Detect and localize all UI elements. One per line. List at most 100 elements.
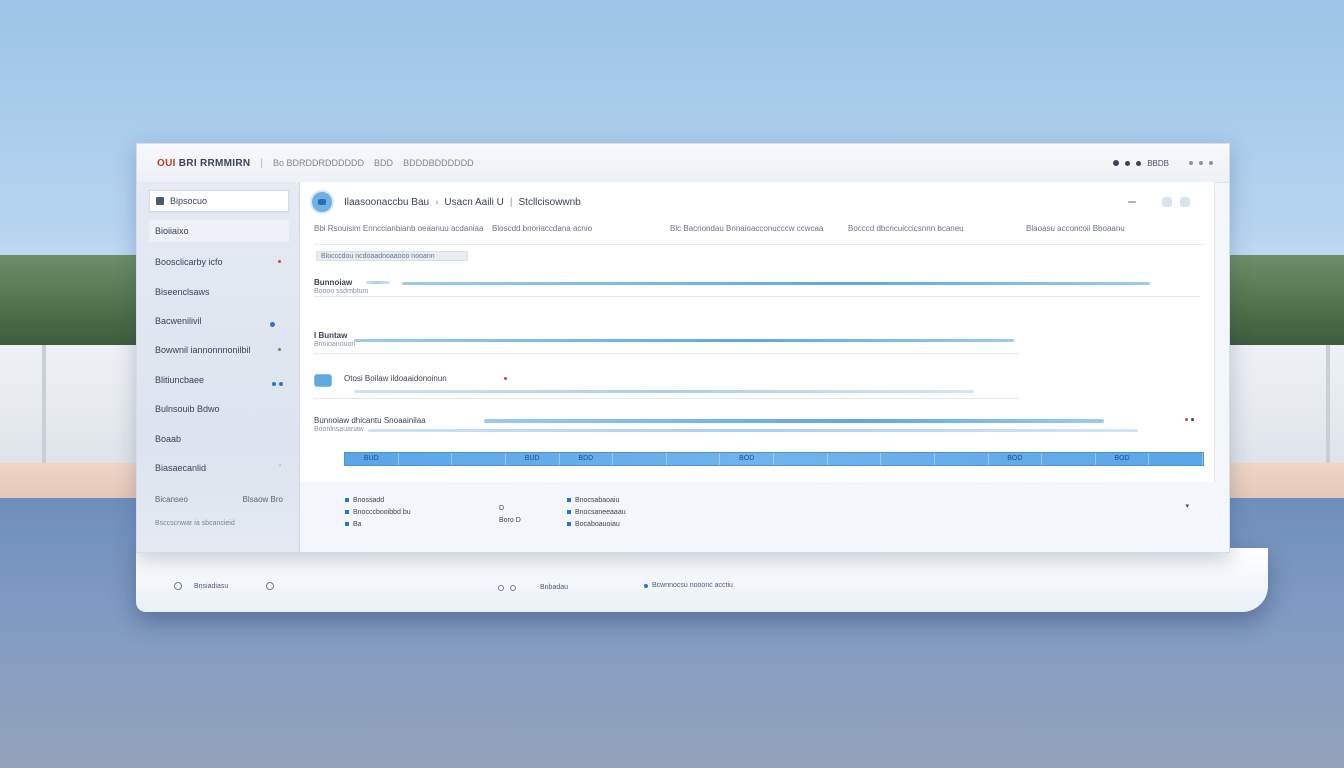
header-separator: ›: [435, 196, 439, 208]
footer-left: Bnsiadiasu: [174, 582, 286, 590]
timeline-segment[interactable]: BOD: [1096, 453, 1150, 465]
chevron-down-icon[interactable]: ▾: [1185, 502, 1189, 510]
timeline-segment[interactable]: [1042, 453, 1096, 465]
row-label: Otosi Boilaw ildoaaidonoinun: [344, 374, 447, 383]
timeline-segment[interactable]: [613, 453, 667, 465]
sidebar-item-label: Bsccscnwar ia sbcancieid: [155, 519, 235, 527]
header-actions: [1128, 197, 1190, 207]
maximize-icon[interactable]: [1199, 161, 1203, 165]
panel-subtitle[interactable]: Usacn Aaili U: [444, 197, 503, 208]
timeline-segment[interactable]: [667, 453, 721, 465]
sidebar-item[interactable]: Bowwnil iannonnnonilbil: [149, 339, 289, 361]
legend-swatch: [567, 510, 571, 514]
status-dots: [270, 319, 275, 329]
legend-item[interactable]: Bnocsabaoaiu: [567, 494, 626, 506]
column-header[interactable]: Bocccd dbcncuiccicsnnn bcaneu: [848, 224, 1026, 238]
legend-label: D: [499, 504, 505, 512]
timeline-segment[interactable]: [881, 453, 935, 465]
titlebar-controls: BBDB: [1113, 159, 1213, 168]
close-icon[interactable]: [1209, 161, 1213, 165]
timeline-segment[interactable]: [774, 453, 828, 465]
wall-post: [1326, 345, 1330, 463]
footer-mid-label[interactable]: Bnbadau: [540, 584, 568, 591]
settings-icon[interactable]: [1162, 197, 1172, 207]
pin-icon[interactable]: [1125, 160, 1131, 166]
column-header[interactable]: Blaoasu acconcoii Bboaanu: [1026, 224, 1204, 238]
legend-item[interactable]: Bnocsaneeaaau: [567, 506, 626, 518]
timeline-segment[interactable]: BUD: [506, 453, 560, 465]
legend-label: Bnossadd: [353, 496, 385, 504]
more-icon[interactable]: [1180, 197, 1190, 207]
progress-bar: [368, 429, 1138, 432]
timeline-segment[interactable]: [452, 453, 506, 465]
status-dot: [272, 382, 277, 386]
progress-bar: [484, 419, 1104, 423]
sidebar-item[interactable]: Boosclicarby icfo: [149, 251, 289, 273]
legend-item[interactable]: Bnossadd: [345, 494, 411, 506]
sidebar-item[interactable]: Biseenclsaws: [149, 281, 289, 303]
legend-swatch: [345, 510, 349, 514]
sidebar-item[interactable]: Biasaecanlid ›: [149, 457, 289, 479]
breadcrumb-item[interactable]: Bo BDRDDRDDDDDD: [273, 158, 364, 168]
timeline-segment[interactable]: [935, 453, 989, 465]
header-separator: |: [509, 196, 513, 208]
timeline-segment[interactable]: BUD: [345, 453, 399, 465]
timeline-segment[interactable]: BOD: [720, 453, 774, 465]
table-row[interactable]: I Buntaw Bnoioanouon: [314, 331, 1200, 367]
minimize-icon[interactable]: [1189, 161, 1193, 165]
timeline-segment[interactable]: BOD: [989, 453, 1043, 465]
panel-section[interactable]: Stcllcisowwnb: [519, 197, 581, 208]
timeline-bar[interactable]: BUD BUD BDD BOD BOD BOD: [344, 452, 1204, 466]
collapse-icon[interactable]: [1128, 201, 1136, 203]
table-row[interactable]: Otosi Boilaw ildoaaidonoinun: [314, 374, 1200, 410]
row-divider: [314, 353, 1020, 354]
sidebar-item-label: Bowwnil iannonnnonilbil: [155, 345, 251, 355]
sidebar-item[interactable]: Blitiuncbaee: [149, 369, 289, 391]
breadcrumb-item[interactable]: BDD: [374, 158, 393, 168]
sidebar-item[interactable]: Boaab: [149, 428, 289, 450]
sidebar-item[interactable]: Bacwenilivil: [149, 310, 289, 332]
avatar[interactable]: [310, 190, 334, 214]
column-header[interactable]: Blc Bacnondau Bnnaioacconucccw ccwcaa: [670, 224, 848, 238]
sidebar-item[interactable]: Bulnsouib Bdwo: [149, 398, 289, 420]
sidebar-item[interactable]: Bicanseo Blsaow Bro: [149, 488, 289, 510]
legend-label: Bnocccbooibbd bu: [353, 508, 411, 516]
row-divider: [314, 398, 1020, 399]
filter-input[interactable]: Blocccdou ncdoaadnoaaooo nooann: [316, 251, 468, 261]
table-row[interactable]: Bunnoiaw Boooo ssdmbtum: [314, 278, 1200, 314]
circle-icon: [510, 584, 516, 591]
timeline-segment[interactable]: BDD: [560, 453, 614, 465]
brand-accent: OUI: [157, 157, 176, 169]
footer-right-label[interactable]: Bcwnnocsu nooonc acctiu: [652, 582, 733, 589]
legend-left: Bnossadd Bnocccbooibbd bu Ba: [345, 494, 411, 530]
progress-bar: [354, 339, 1014, 342]
timeline-segment[interactable]: [1149, 453, 1203, 465]
legend-item[interactable]: Ba: [345, 518, 411, 530]
table-row[interactable]: Bunnoiaw dhicantu Snoaainilaa Boonlnsaua…: [314, 416, 1200, 452]
row-label: Bunnoiaw: [314, 278, 353, 287]
dashboard-icon: [156, 197, 164, 205]
circle-icon: [498, 584, 504, 591]
legend-label: Bnocsabaoaiu: [575, 496, 620, 504]
row-label: I Buntaw: [314, 331, 348, 340]
sidebar-item-label: Bipsocuo: [170, 196, 208, 206]
legend-label: Ba: [353, 520, 362, 528]
breadcrumb-item[interactable]: BDDDBDDDDDD: [403, 158, 474, 168]
legend-item[interactable]: Bocaboauoiau: [567, 518, 626, 530]
column-header[interactable]: Bbi Rsouisim Ennccianbianb oeaanuu acdan…: [314, 224, 492, 238]
alert-dot: [504, 377, 507, 380]
column-header[interactable]: Bloscdd bnoriaccdana acnio: [492, 224, 670, 238]
footer-left-label: Bnsiadiasu: [194, 582, 229, 590]
record-icon[interactable]: [1113, 160, 1120, 166]
legend-item[interactable]: Bnocccbooibbd bu: [345, 506, 411, 518]
sidebar-item[interactable]: Bsccscnwar ia sbcancieid: [149, 512, 289, 534]
sidebar-item[interactable]: Bioiiaixo: [149, 220, 289, 242]
timeline-segment[interactable]: [828, 453, 882, 465]
title-separator: |: [260, 157, 264, 169]
sidebar-item-dashboard[interactable]: Bipsocuo: [149, 190, 289, 212]
user-icon[interactable]: [1136, 160, 1142, 166]
wall-post: [42, 345, 46, 463]
timeline-segment[interactable]: [399, 453, 453, 465]
progress-bar: [402, 282, 1150, 285]
row-sublabel: Bnoioanouon: [314, 341, 356, 348]
